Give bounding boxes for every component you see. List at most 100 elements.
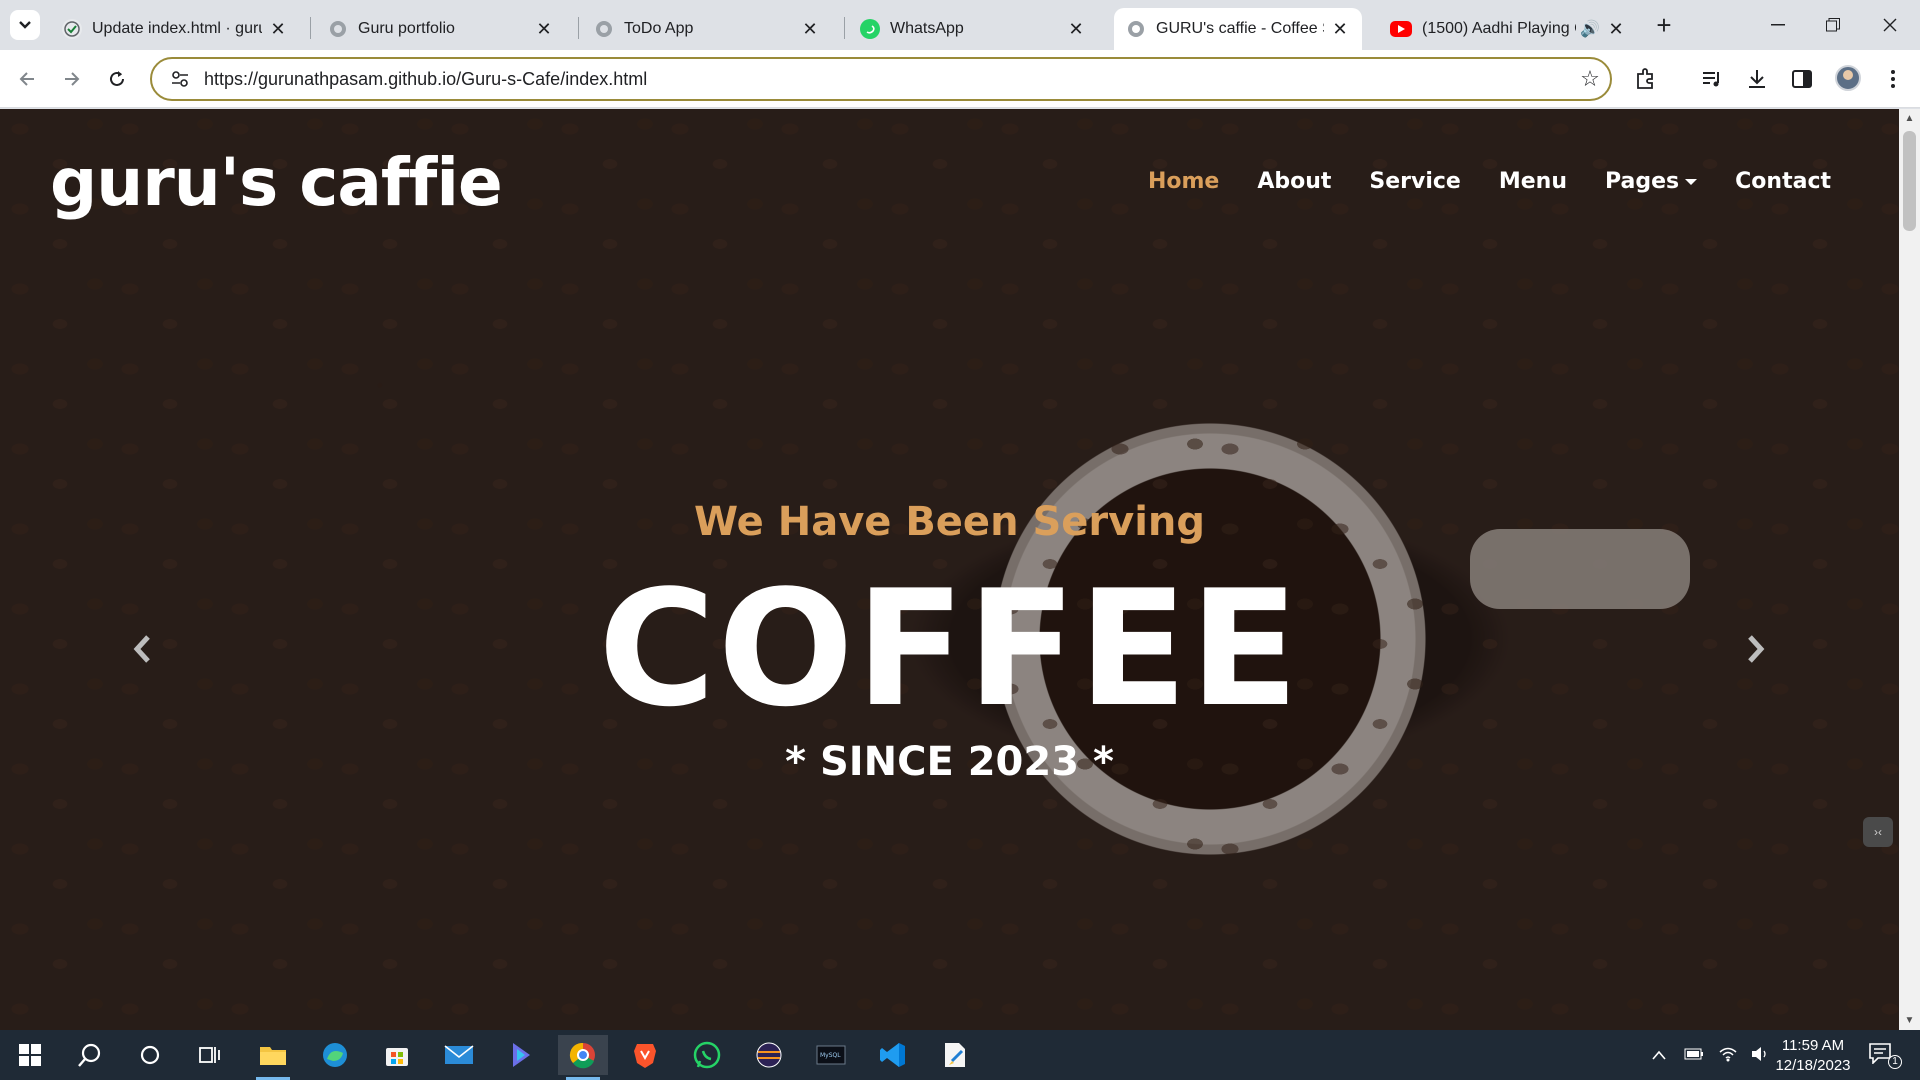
nav-home[interactable]: Home: [1148, 169, 1219, 194]
minimize-icon: [1771, 24, 1785, 26]
url-text[interactable]: https://gurunathpasam.github.io/Guru-s-C…: [200, 69, 1570, 90]
tab-youtube[interactable]: (1500) Aadhi Playing C 🔊 ✕: [1378, 8, 1638, 50]
eclipse-icon[interactable]: [744, 1035, 794, 1075]
close-window-button[interactable]: [1870, 10, 1910, 40]
tab-separator: [578, 17, 579, 39]
tab-guru-caffie[interactable]: GURU's caffie - Coffee Sho ✕: [1114, 8, 1362, 50]
side-panel-icon[interactable]: [1787, 64, 1817, 94]
github-icon: [62, 19, 82, 39]
tab-search-button[interactable]: [10, 10, 40, 40]
browser-tab-strip: Update index.html · guruna ✕ Guru portfo…: [0, 0, 1920, 50]
speaker-icon[interactable]: 🔊: [1580, 19, 1600, 39]
brave-icon[interactable]: [620, 1035, 670, 1075]
tab-separator: [844, 17, 845, 39]
vscode-icon[interactable]: [868, 1035, 918, 1075]
search-icon[interactable]: [65, 1035, 115, 1075]
tab-separator: [310, 17, 311, 39]
cortana-icon[interactable]: [125, 1035, 175, 1075]
chrome-icon[interactable]: [558, 1035, 608, 1080]
tab-close-icon[interactable]: ✕: [1066, 19, 1086, 39]
chevron-right-icon: [1748, 635, 1765, 663]
tab-title: WhatsApp: [890, 20, 964, 37]
battery-icon[interactable]: [1684, 1047, 1704, 1063]
scroll-down-arrow-icon[interactable]: ▼: [1904, 1015, 1915, 1026]
nav-pages-dropdown[interactable]: Pages: [1605, 169, 1698, 194]
globe-icon: [328, 19, 348, 39]
page-viewport: guru's caffie Home About Service Menu Pa…: [0, 109, 1899, 1030]
windows-taskbar: MySQL 11:59 AM 12/18/2023 1: [0, 1030, 1920, 1080]
globe-icon: [594, 19, 614, 39]
tab-todo-app[interactable]: ToDo App ✕: [582, 8, 832, 50]
microsoft-store-icon[interactable]: [372, 1035, 422, 1075]
minimize-button[interactable]: [1758, 10, 1798, 40]
svg-text:MySQL: MySQL: [820, 1052, 841, 1059]
scroll-up-arrow-icon[interactable]: ▲: [1904, 113, 1915, 124]
system-clock[interactable]: 11:59 AM 12/18/2023: [1768, 1036, 1858, 1076]
volume-icon[interactable]: [1750, 1046, 1770, 1065]
site-info-icon[interactable]: [160, 69, 200, 89]
hero-title: COFFEE: [598, 555, 1301, 742]
restore-button[interactable]: [1813, 10, 1853, 40]
tab-close-icon[interactable]: ✕: [534, 19, 554, 39]
back-button[interactable]: [10, 62, 44, 96]
edge-icon[interactable]: [310, 1035, 360, 1075]
caret-down-icon: [1685, 179, 1698, 185]
tab-github[interactable]: Update index.html · guruna ✕: [50, 8, 300, 50]
whatsapp-icon: [860, 19, 880, 39]
nav-about[interactable]: About: [1257, 169, 1331, 194]
reload-button[interactable]: [100, 62, 134, 96]
new-tab-button[interactable]: +: [1650, 12, 1678, 40]
media-queue-icon[interactable]: [1697, 64, 1727, 94]
browser-toolbar: https://gurunathpasam.github.io/Guru-s-C…: [0, 50, 1920, 108]
wifi-icon[interactable]: [1718, 1046, 1738, 1065]
tab-title: Guru portfolio: [358, 20, 455, 37]
tray-chevron-up-icon[interactable]: [1652, 1047, 1666, 1063]
hero-since: * SINCE 2023 *: [785, 739, 1114, 785]
scrollbar-thumb[interactable]: [1903, 131, 1916, 231]
carousel-prev-button[interactable]: [122, 629, 162, 669]
youtube-icon: [1390, 21, 1412, 37]
restore-icon: [1826, 18, 1840, 32]
menu-kebab-icon[interactable]: [1878, 64, 1908, 94]
whatsapp-icon[interactable]: [682, 1035, 732, 1075]
tab-guru-portfolio[interactable]: Guru portfolio ✕: [316, 8, 566, 50]
file-explorer-icon[interactable]: [248, 1035, 298, 1080]
tab-title: (1500) Aadhi Playing C: [1422, 20, 1577, 37]
profile-avatar[interactable]: [1835, 65, 1861, 91]
forward-button[interactable]: [55, 62, 89, 96]
bookmark-star-icon[interactable]: ☆: [1570, 66, 1610, 92]
tab-close-icon[interactable]: ✕: [1330, 19, 1350, 39]
address-bar[interactable]: https://gurunathpasam.github.io/Guru-s-C…: [150, 57, 1612, 101]
globe-icon: [1126, 19, 1146, 39]
site-brand[interactable]: guru's caffie: [50, 144, 503, 221]
notepad-icon[interactable]: [930, 1035, 980, 1075]
mail-icon[interactable]: [434, 1035, 484, 1075]
mysql-icon[interactable]: MySQL: [806, 1035, 856, 1075]
download-icon[interactable]: [1742, 64, 1772, 94]
floating-widget-icon[interactable]: ›‹: [1863, 817, 1893, 847]
reload-icon: [110, 71, 124, 86]
copilot-icon[interactable]: [496, 1035, 546, 1075]
nav-service[interactable]: Service: [1369, 169, 1460, 194]
tab-title: Update index.html · guruna: [92, 20, 262, 37]
system-tray: [1652, 1030, 1770, 1080]
nav-contact[interactable]: Contact: [1735, 169, 1831, 194]
tab-whatsapp[interactable]: WhatsApp ✕: [848, 8, 1098, 50]
nav-menu[interactable]: Menu: [1499, 169, 1567, 194]
vertical-scrollbar[interactable]: ▲ ▼: [1899, 109, 1920, 1030]
tab-title: GURU's caffie - Coffee Sho: [1156, 20, 1324, 37]
nav-pages-label: Pages: [1605, 169, 1680, 194]
tab-close-icon[interactable]: ✕: [800, 19, 820, 39]
tab-close-icon[interactable]: ✕: [1606, 19, 1626, 39]
chevron-down-icon: [19, 21, 31, 29]
clock-date: 12/18/2023: [1775, 1057, 1851, 1074]
close-icon: [1883, 18, 1897, 32]
carousel-next-button[interactable]: [1736, 629, 1776, 669]
task-view-icon[interactable]: [185, 1035, 235, 1075]
chevron-left-icon: [133, 635, 150, 663]
notification-count-badge: 1: [1888, 1055, 1902, 1069]
tab-close-icon[interactable]: ✕: [268, 19, 288, 39]
clock-time: 11:59 AM: [1781, 1037, 1845, 1054]
extensions-icon[interactable]: [1630, 64, 1660, 94]
windows-start-icon[interactable]: [5, 1035, 55, 1075]
